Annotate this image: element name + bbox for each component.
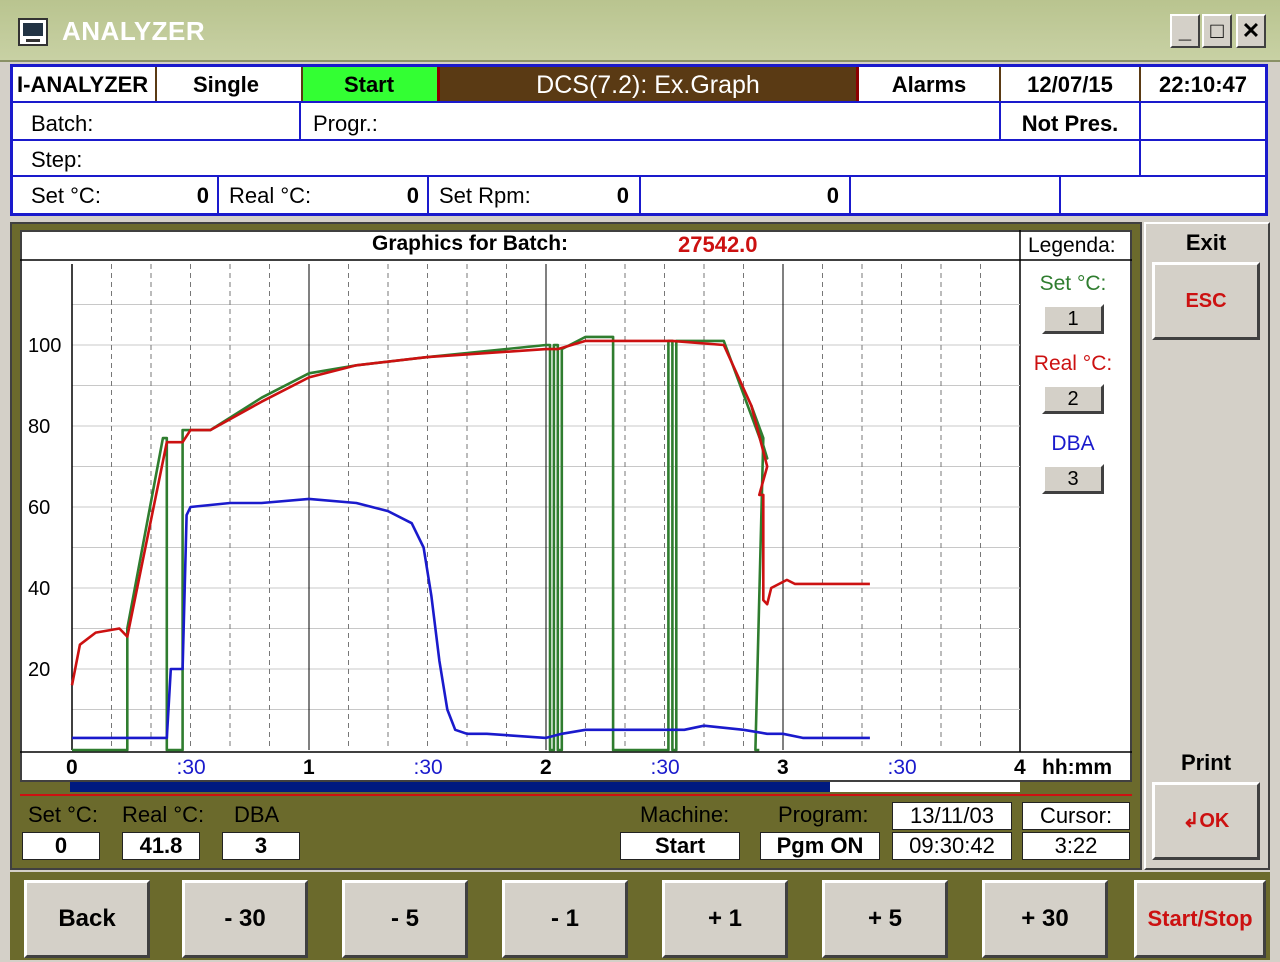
legend-label-set-temp: Set °C: (1039, 272, 1107, 295)
esc-button[interactable]: ESC (1152, 262, 1260, 340)
legend-button-real-temp[interactable]: 2 (1042, 384, 1104, 414)
set-rpm-label: Set Rpm: (439, 183, 531, 208)
minus-1-button[interactable]: - 1 (502, 880, 628, 958)
readout-date: 13/11/03 (892, 802, 1012, 830)
readout-program-value: Pgm ON (760, 832, 880, 860)
x-tick-label: 4 (1014, 756, 1026, 779)
y-tick-label: 60 (28, 497, 50, 519)
legend-title: Legenda: (1028, 234, 1116, 257)
series-line-1 (72, 335, 769, 752)
readout-dba-value: 3 (222, 832, 300, 860)
readout-cursor-label: Cursor: (1022, 802, 1130, 830)
y-tick-label: 40 (28, 578, 50, 600)
screen-name: DCS(7.2): Ex.Graph (536, 71, 760, 99)
close-button[interactable]: ✕ (1236, 14, 1266, 48)
x-tick-label: 0 (66, 756, 78, 779)
readout-machine-label: Machine: (640, 802, 730, 827)
window-title: ANALYZER (62, 16, 206, 46)
step-label: Step: (31, 147, 83, 172)
readout-real-temp-value: 41.8 (122, 832, 200, 860)
temperature-chart[interactable]: 20 40 60 80 100 0 :30 1 :30 2 :30 3 :30 4 hh:mm (20, 230, 1132, 782)
y-tick-label: 100 (28, 335, 61, 357)
x-tick-label: 1 (303, 756, 315, 779)
minus-5-button[interactable]: - 5 (342, 880, 468, 958)
exit-label: Exit (1185, 230, 1227, 255)
ok-button[interactable]: ↲OK (1152, 782, 1260, 860)
x-tick-label: :30 (651, 756, 680, 779)
set-temp-value: 0 (196, 183, 209, 208)
batch-label: Batch: (31, 111, 94, 136)
readout-cursor-value: 3:22 (1022, 832, 1130, 860)
readout-time: 09:30:42 (892, 832, 1012, 860)
plus-5-button[interactable]: + 5 (822, 880, 948, 958)
series-line-3 (72, 497, 870, 740)
readout-machine-value: Start (620, 832, 740, 860)
y-tick-label: 20 (28, 659, 50, 681)
x-tick-label: :30 (414, 756, 443, 779)
extra-value: 0 (826, 183, 839, 208)
readout-dba-label: DBA (234, 802, 280, 827)
print-label: Print (1180, 750, 1232, 775)
x-tick-label: :30 (177, 756, 206, 779)
x-tick-label: 2 (540, 756, 552, 779)
real-temp-value: 0 (406, 183, 419, 208)
mode-label: Single (193, 72, 260, 97)
readout-real-temp-label: Real °C: (122, 802, 205, 827)
time-scroll-fill (70, 782, 830, 792)
series-line-2 (70, 339, 870, 686)
set-temp-label: Set °C: (31, 183, 101, 208)
header-date: 12/07/15 (1027, 72, 1113, 97)
plus-1-button[interactable]: + 1 (662, 880, 788, 958)
legend-label-real-temp: Real °C: (1033, 352, 1113, 375)
app-icon (18, 18, 48, 46)
minimize-button[interactable]: _ (1170, 14, 1200, 48)
legend-label-dba: DBA (1051, 432, 1095, 455)
program-status: Not Pres. (1021, 111, 1119, 136)
time-scroll-track[interactable] (70, 782, 1020, 792)
title-bar: ANALYZER _ □ ✕ (0, 0, 1280, 62)
alarms-label[interactable]: Alarms (859, 72, 999, 98)
program-label: Progr.: (313, 111, 378, 136)
back-button[interactable]: Back (24, 880, 150, 958)
x-axis-label: hh:mm (1042, 756, 1112, 779)
legend-button-dba[interactable]: 3 (1042, 464, 1104, 494)
legend-button-set-temp[interactable]: 1 (1042, 304, 1104, 334)
device-name: I-ANALYZER (17, 72, 149, 97)
graph-title-label: Graphics for Batch: (372, 232, 569, 255)
start-stop-button[interactable]: Start/Stop (1134, 880, 1266, 958)
readout-program-label: Program: (778, 802, 869, 827)
header-time: 22:10:47 (1158, 72, 1248, 97)
minus-30-button[interactable]: - 30 (182, 880, 308, 958)
plus-30-button[interactable]: + 30 (982, 880, 1108, 958)
maximize-button[interactable]: □ (1202, 14, 1232, 48)
status-start-badge: Start (343, 72, 395, 97)
y-tick-label: 80 (28, 416, 50, 438)
readout-set-temp-label: Set °C: (28, 802, 98, 827)
readout-set-temp-value: 0 (22, 832, 100, 860)
batch-number: 27542.0 (678, 232, 758, 257)
ok-button-label: OK (1199, 810, 1230, 832)
header-panel: I-ANALYZER Single Start DCS(7.2): Ex.Gra… (10, 64, 1268, 216)
enter-arrow-icon: ↲ (1182, 810, 1200, 832)
x-tick-label: :30 (888, 756, 917, 779)
x-tick-label: 3 (777, 756, 789, 779)
set-rpm-value: 0 (616, 183, 629, 208)
real-temp-label: Real °C: (229, 183, 312, 208)
